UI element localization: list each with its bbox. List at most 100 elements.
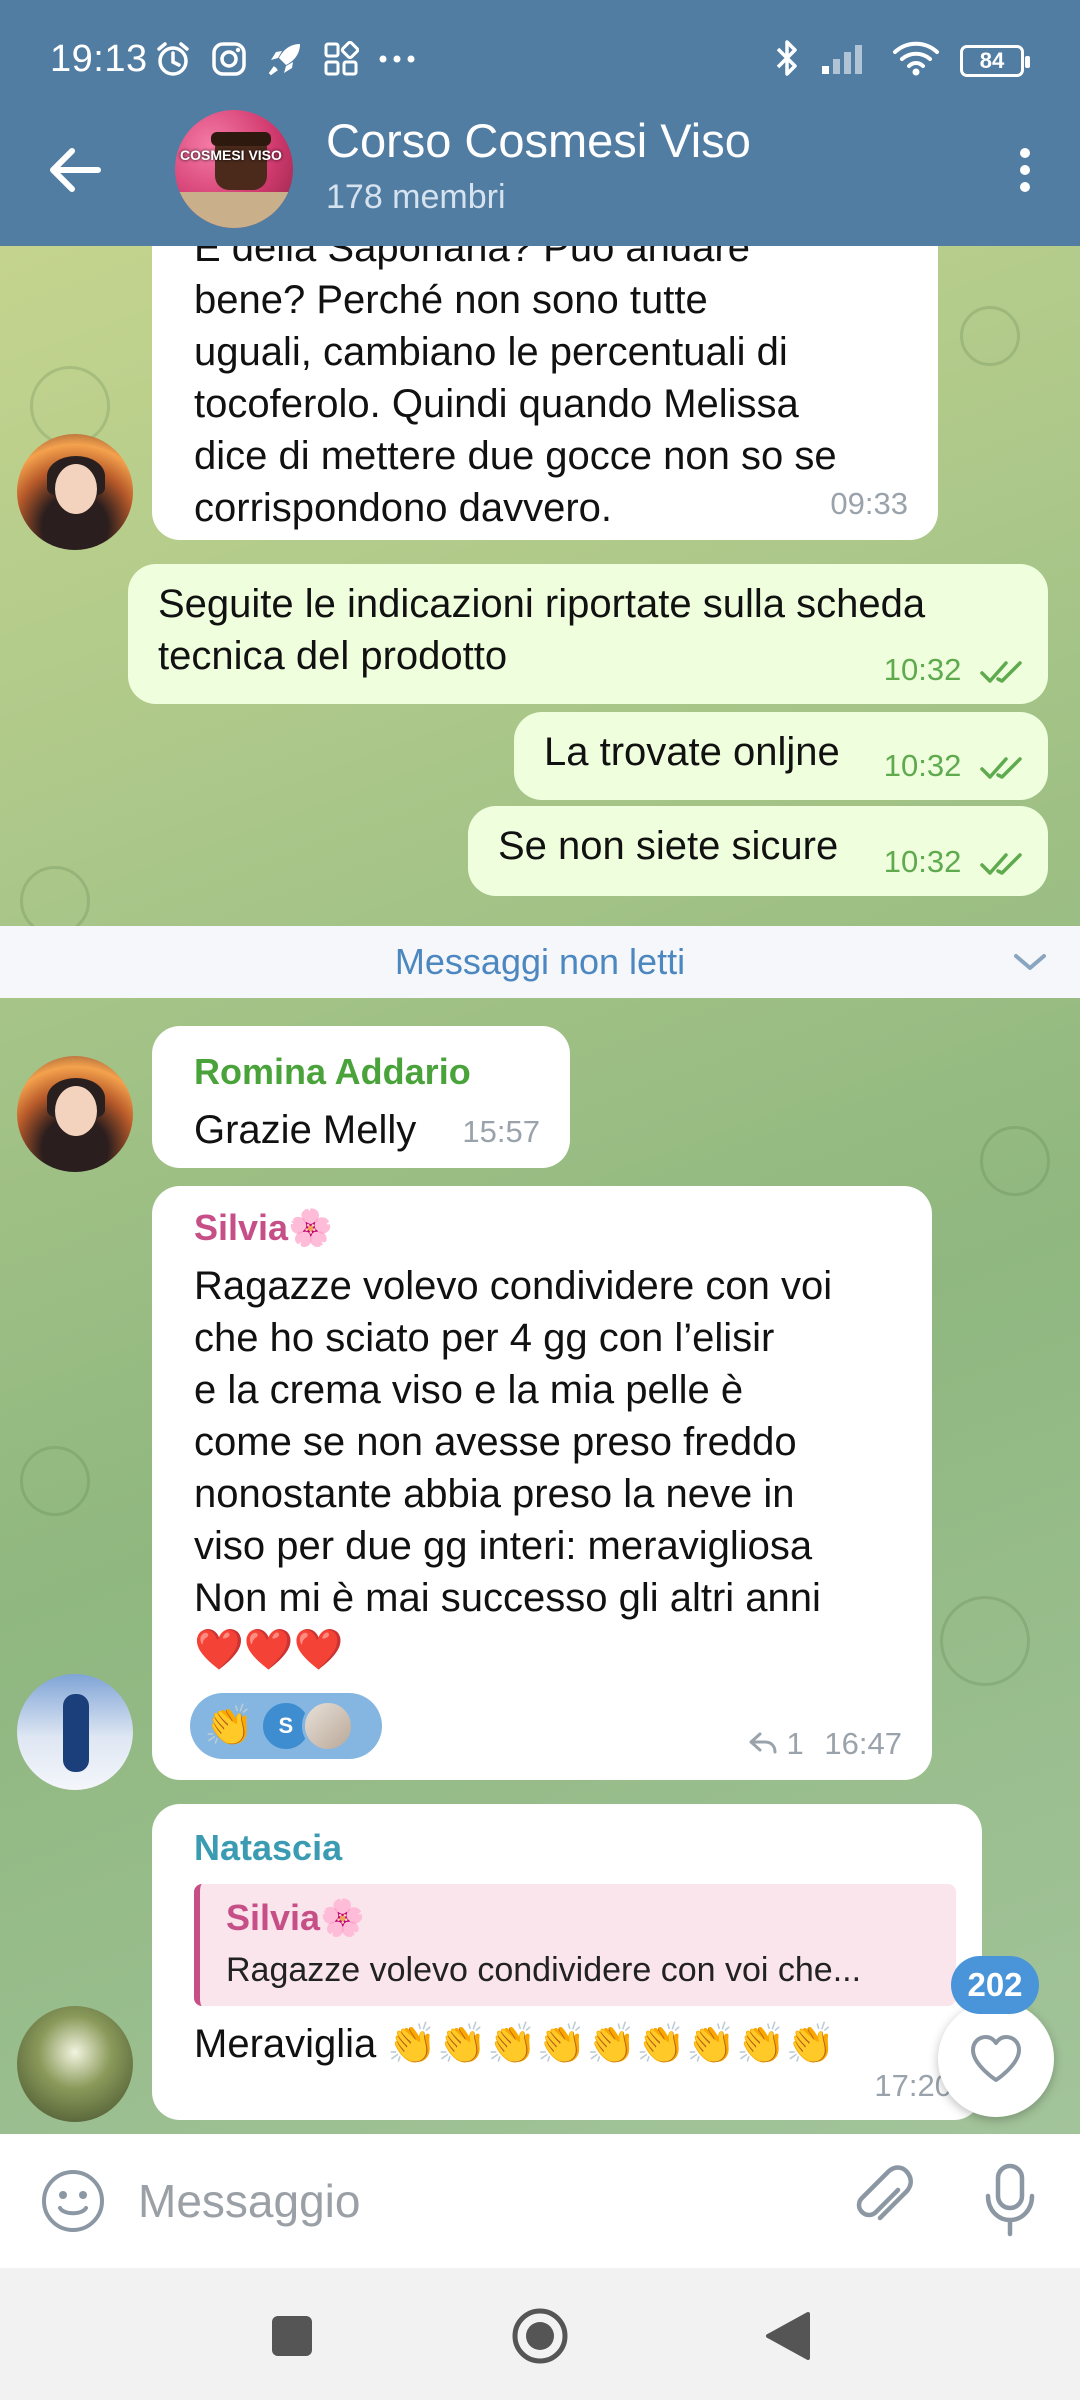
reply-sender: Silvia🌸: [226, 1897, 365, 1938]
message-line: e la crema viso e la mia pelle è: [194, 1368, 744, 1412]
message-line: tocoferolo. Quindi quando Melissa: [194, 382, 799, 426]
avatar[interactable]: [17, 1674, 133, 1790]
message-time: 15:57: [462, 1114, 540, 1149]
message-line: uguali, cambiano le percentuali di: [194, 330, 788, 374]
instagram-icon: [208, 38, 250, 80]
signal-icon: [820, 40, 872, 81]
message-input[interactable]: [138, 2164, 818, 2238]
message-line: come se non avesse preso freddo: [194, 1420, 797, 1464]
message-time-row: 10:32: [884, 836, 1026, 888]
more-vertical-icon: [1020, 148, 1030, 192]
double-check-icon: [980, 853, 1022, 875]
bg-doodle: [940, 1596, 1030, 1686]
message-meta: 1 16:47: [748, 1718, 902, 1770]
microphone-icon: [985, 2163, 1035, 2237]
smiley-icon: [42, 2170, 104, 2232]
back-button[interactable]: [40, 140, 110, 200]
message-line: tecnica del prodotto: [158, 634, 508, 678]
menu-button[interactable]: [990, 140, 1060, 200]
message-line: corrispondono davvero.: [194, 486, 613, 530]
message-line: ❤️❤️❤️: [194, 1628, 344, 1672]
reaction-button[interactable]: [938, 2001, 1054, 2117]
message-bubble[interactable]: Se non siete sicure 10:32: [468, 806, 1048, 896]
emoji-button[interactable]: [40, 2168, 106, 2234]
avatar[interactable]: [17, 1056, 133, 1172]
bg-doodle: [20, 1446, 90, 1516]
double-check-icon: [980, 661, 1022, 683]
message-bubble[interactable]: Romina Addario Grazie Melly 15:57: [152, 1026, 570, 1168]
apps-icon: [320, 38, 362, 80]
sender-name[interactable]: Natascia: [194, 1822, 956, 1874]
message-line: Seguite le indicazioni riportate sulla s…: [158, 582, 926, 626]
battery-icon: 84: [960, 44, 1030, 77]
message-line: Ragazze volevo condividere con voi: [194, 1264, 833, 1308]
chevron-down-icon[interactable]: [1012, 946, 1048, 976]
arrow-left-icon: [50, 148, 101, 192]
paperclip-icon: [856, 2165, 913, 2221]
avatar-person: [63, 1694, 89, 1772]
message-text: La trovate onljne: [544, 730, 840, 774]
message-text: Meraviglia 👏👏👏👏👏👏👏👏👏: [194, 2022, 836, 2066]
message-time: 16:47: [824, 1726, 902, 1761]
message-time: 10:32: [883, 844, 962, 879]
reaction-emoji[interactable]: 👏: [204, 1706, 254, 1746]
square-icon: [272, 2316, 312, 2356]
alarm-icon: [152, 38, 194, 80]
message-line: dice di mettere due gocce non so se: [194, 434, 837, 478]
message-time-row: 10:32: [884, 644, 1026, 696]
avatar-banner: [175, 192, 293, 228]
heart-icon: [971, 2035, 1021, 2082]
message-text: Se non siete sicure: [498, 824, 839, 868]
recents-button[interactable]: [262, 2306, 322, 2366]
status-right-icons: 84: [774, 38, 1030, 83]
message-text: Grazie Melly: [194, 1108, 417, 1152]
attach-button[interactable]: [848, 2164, 920, 2236]
more-dots-icon: [376, 38, 418, 80]
message-text: E della Saponaria? Può andare bene? Perc…: [194, 246, 837, 534]
message-line: viso per due gg interi: meravigliosa: [194, 1524, 813, 1568]
back-nav-button[interactable]: [758, 2306, 818, 2366]
reply-text: Ragazze volevo condividere con voi che..…: [226, 1951, 862, 1989]
avatar-face: [55, 464, 97, 514]
message-time: 10:32: [883, 748, 962, 783]
bg-doodle: [980, 1126, 1050, 1196]
chat-area[interactable]: E della Saponaria? Può andare bene? Perc…: [0, 246, 1080, 2134]
message-line: E della Saponaria? Può andare: [194, 246, 750, 270]
reply-count[interactable]: 1: [787, 1726, 804, 1761]
system-nav-bar: [0, 2268, 1080, 2400]
message-line: Non mi è mai successo gli altri anni: [194, 1576, 821, 1620]
unread-label: Messaggi non letti: [394, 941, 686, 982]
reactions[interactable]: 👏 S: [190, 1693, 382, 1759]
status-bar: 19:13 84: [0, 0, 1080, 120]
sender-name[interactable]: Romina Addario: [194, 1046, 471, 1098]
message-bubble[interactable]: Seguite le indicazioni riportate sulla s…: [128, 564, 1048, 704]
bg-doodle: [960, 306, 1020, 366]
message-text: Seguite le indicazioni riportate sulla s…: [158, 578, 925, 682]
message-time: 10:32: [883, 652, 962, 687]
wifi-icon: [892, 40, 940, 81]
message-bubble[interactable]: La trovate onljne 10:32: [514, 712, 1048, 800]
double-check-icon: [980, 757, 1022, 779]
message-bubble[interactable]: E della Saponaria? Può andare bene? Perc…: [152, 246, 938, 540]
group-avatar[interactable]: COSMESI VISO: [175, 110, 293, 228]
reply-quote[interactable]: Silvia🌸 Ragazze volevo condividere con v…: [194, 1884, 956, 2006]
message-time-row: 10:32: [884, 740, 1026, 792]
message-bubble[interactable]: Natascia Silvia🌸 Ragazze volevo condivid…: [152, 1804, 982, 2120]
message-line: che ho sciato per 4 gg con l’elisir: [194, 1316, 775, 1360]
avatar-text: COSMESI VISO: [180, 147, 282, 163]
unread-separator: Messaggi non letti: [0, 926, 1080, 998]
group-title[interactable]: Corso Cosmesi Viso: [326, 113, 751, 168]
message-bubble[interactable]: Silvia🌸 Ragazze volevo condividere con v…: [152, 1186, 932, 1780]
home-button[interactable]: [510, 2306, 570, 2366]
avatar[interactable]: [17, 2006, 133, 2122]
avatar[interactable]: [17, 434, 133, 550]
reply-arrow-icon: [749, 1732, 777, 1754]
message-line: bene? Perché non sono tutte: [194, 278, 708, 322]
status-left-icons: [152, 38, 418, 80]
status-time: 19:13: [50, 38, 148, 80]
member-count: 178 membri: [326, 178, 506, 216]
voice-message-button[interactable]: [978, 2160, 1050, 2240]
unread-mentions-badge[interactable]: 202: [951, 1956, 1039, 2014]
sender-name[interactable]: Silvia🌸: [194, 1202, 832, 1254]
home-circle-icon: [512, 2308, 568, 2364]
